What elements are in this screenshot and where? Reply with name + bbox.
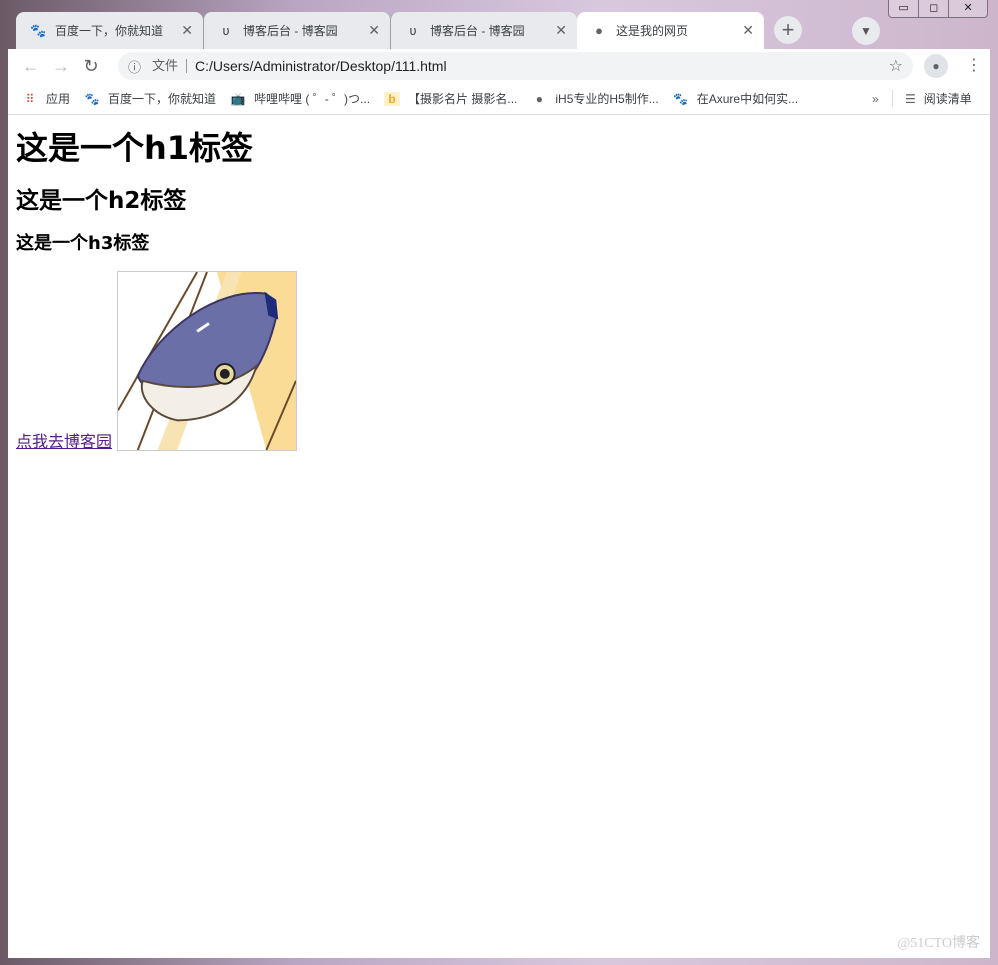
bookmarks-bar: ⠿ 应用 🐾 百度一下，你就知道 📺 哔哩哔哩 ( ゜- ゜)つ... b 【摄影名片 … bbox=[8, 83, 990, 115]
back-button[interactable]: ← bbox=[16, 56, 46, 77]
b-logo-icon: b bbox=[384, 91, 401, 106]
url-text[interactable]: C:/Users/Administrator/Desktop/111.html bbox=[195, 58, 447, 74]
tab-strip: 🐾 百度一下，你就知道 ✕ ʋ 博客后台 - 博客园 ✕ ʋ 博客后台 - 博客园 ✕ ● 这… bbox=[16, 12, 802, 49]
bookmark-ih5[interactable]: ● iH5专业的H5制作... bbox=[531, 90, 659, 107]
more-bookmarks-icon[interactable]: » bbox=[872, 92, 879, 106]
heading-h1: 这是一个h1标签 bbox=[16, 129, 254, 167]
tab-title: 博客后台 - 博客园 bbox=[430, 24, 525, 38]
cnblogs-link[interactable]: 点我去博客园 bbox=[16, 435, 112, 451]
fish-image bbox=[117, 271, 298, 451]
close-tab-icon[interactable]: ✕ bbox=[368, 22, 380, 39]
cnblogs-icon: ʋ bbox=[409, 22, 417, 38]
heading-h3: 这是一个h3标签 bbox=[16, 233, 150, 254]
baidu-paw-icon: 🐾 bbox=[673, 91, 689, 106]
bookmark-baidu[interactable]: 🐾 百度一下，你就知道 bbox=[84, 90, 217, 107]
maximize-button[interactable]: ◻ bbox=[919, 0, 950, 17]
reading-list-label: 阅读清单 bbox=[923, 92, 972, 106]
tab-my-page[interactable]: ● 这是我的网页 ✕ bbox=[577, 12, 764, 49]
close-tab-icon[interactable]: ✕ bbox=[742, 22, 754, 39]
close-tab-icon[interactable]: ✕ bbox=[555, 22, 567, 39]
tab-baidu[interactable]: 🐾 百度一下，你就知道 ✕ bbox=[16, 12, 203, 49]
tab-title: 这是我的网页 bbox=[616, 24, 689, 38]
scheme-label: 文件 bbox=[152, 59, 188, 73]
toolbar: ← → ↻ ⓘ 文件 C:/Users/Administrator/Deskto… bbox=[8, 49, 990, 83]
close-tab-icon[interactable]: ✕ bbox=[181, 22, 193, 39]
tab-search-button[interactable]: ▼ bbox=[852, 17, 880, 45]
browser-window: 🐾 百度一下，你就知道 ✕ ʋ 博客后台 - 博客园 ✕ ʋ 博客后台 - 博客园 ✕ ● 这… bbox=[6, 12, 990, 958]
heading-h2: 这是一个h2标签 bbox=[16, 188, 187, 214]
tab-cnblogs-2[interactable]: ʋ 博客后台 - 博客园 ✕ bbox=[390, 12, 577, 49]
page-content: 这是一个h1标签 这是一个h2标签 这是一个h3标签 点我去博客园 @51CTO… bbox=[8, 115, 990, 958]
bookmark-label: 百度一下，你就知道 bbox=[108, 92, 217, 106]
bookmark-axure[interactable]: 🐾 在Axure中如何实... bbox=[673, 90, 798, 107]
bookmark-photo[interactable]: b 【摄影名片 摄影名... bbox=[384, 90, 517, 107]
tab-title: 博客后台 - 博客园 bbox=[243, 24, 338, 38]
star-icon[interactable]: ☆ bbox=[889, 56, 903, 76]
bookmark-label: 在Axure中如何实... bbox=[696, 92, 799, 106]
tab-title: 百度一下，你就知道 bbox=[55, 24, 164, 38]
bookmark-label: 哔哩哔哩 ( ゜- ゜)つ... bbox=[254, 92, 371, 106]
new-tab-button[interactable]: + bbox=[774, 16, 802, 44]
bookmark-bilibili[interactable]: 📺 哔哩哔哩 ( ゜- ゜)つ... bbox=[230, 90, 370, 107]
minimize-button[interactable]: ▭ bbox=[889, 0, 920, 17]
baidu-paw-icon: 🐾 bbox=[84, 91, 100, 106]
globe-icon: ● bbox=[595, 22, 603, 38]
reading-list-button[interactable]: ☰ 阅读清单 bbox=[892, 90, 972, 107]
reading-list-icon: ☰ bbox=[905, 91, 916, 106]
tab-cnblogs-1[interactable]: ʋ 博客后台 - 博客园 ✕ bbox=[203, 12, 390, 49]
menu-icon[interactable]: ⋮ bbox=[966, 55, 982, 75]
cnblogs-icon: ʋ bbox=[222, 22, 230, 38]
watermark: @51CTO博客 bbox=[897, 936, 980, 951]
apps-grid-icon: ⠿ bbox=[25, 91, 35, 106]
window-controls: ▭ ◻ ✕ bbox=[888, 0, 988, 18]
reload-button[interactable]: ↻ bbox=[76, 56, 106, 77]
forward-button[interactable]: → bbox=[46, 56, 76, 77]
address-bar[interactable]: ⓘ 文件 C:/Users/Administrator/Desktop/111.… bbox=[118, 52, 913, 80]
info-icon[interactable]: ⓘ bbox=[128, 57, 146, 76]
bilibili-icon: 📺 bbox=[230, 91, 246, 106]
bookmark-label: iH5专业的H5制作... bbox=[555, 92, 659, 106]
bookmark-label: 【摄影名片 摄影名... bbox=[408, 92, 518, 106]
bookmark-apps[interactable]: ⠿ 应用 bbox=[22, 90, 70, 107]
close-window-button[interactable]: ✕ bbox=[949, 0, 987, 17]
bookmark-label: 应用 bbox=[46, 92, 71, 106]
globe-icon: ● bbox=[535, 91, 543, 106]
baidu-paw-icon: 🐾 bbox=[30, 22, 47, 38]
account-icon[interactable]: ● bbox=[924, 54, 948, 78]
